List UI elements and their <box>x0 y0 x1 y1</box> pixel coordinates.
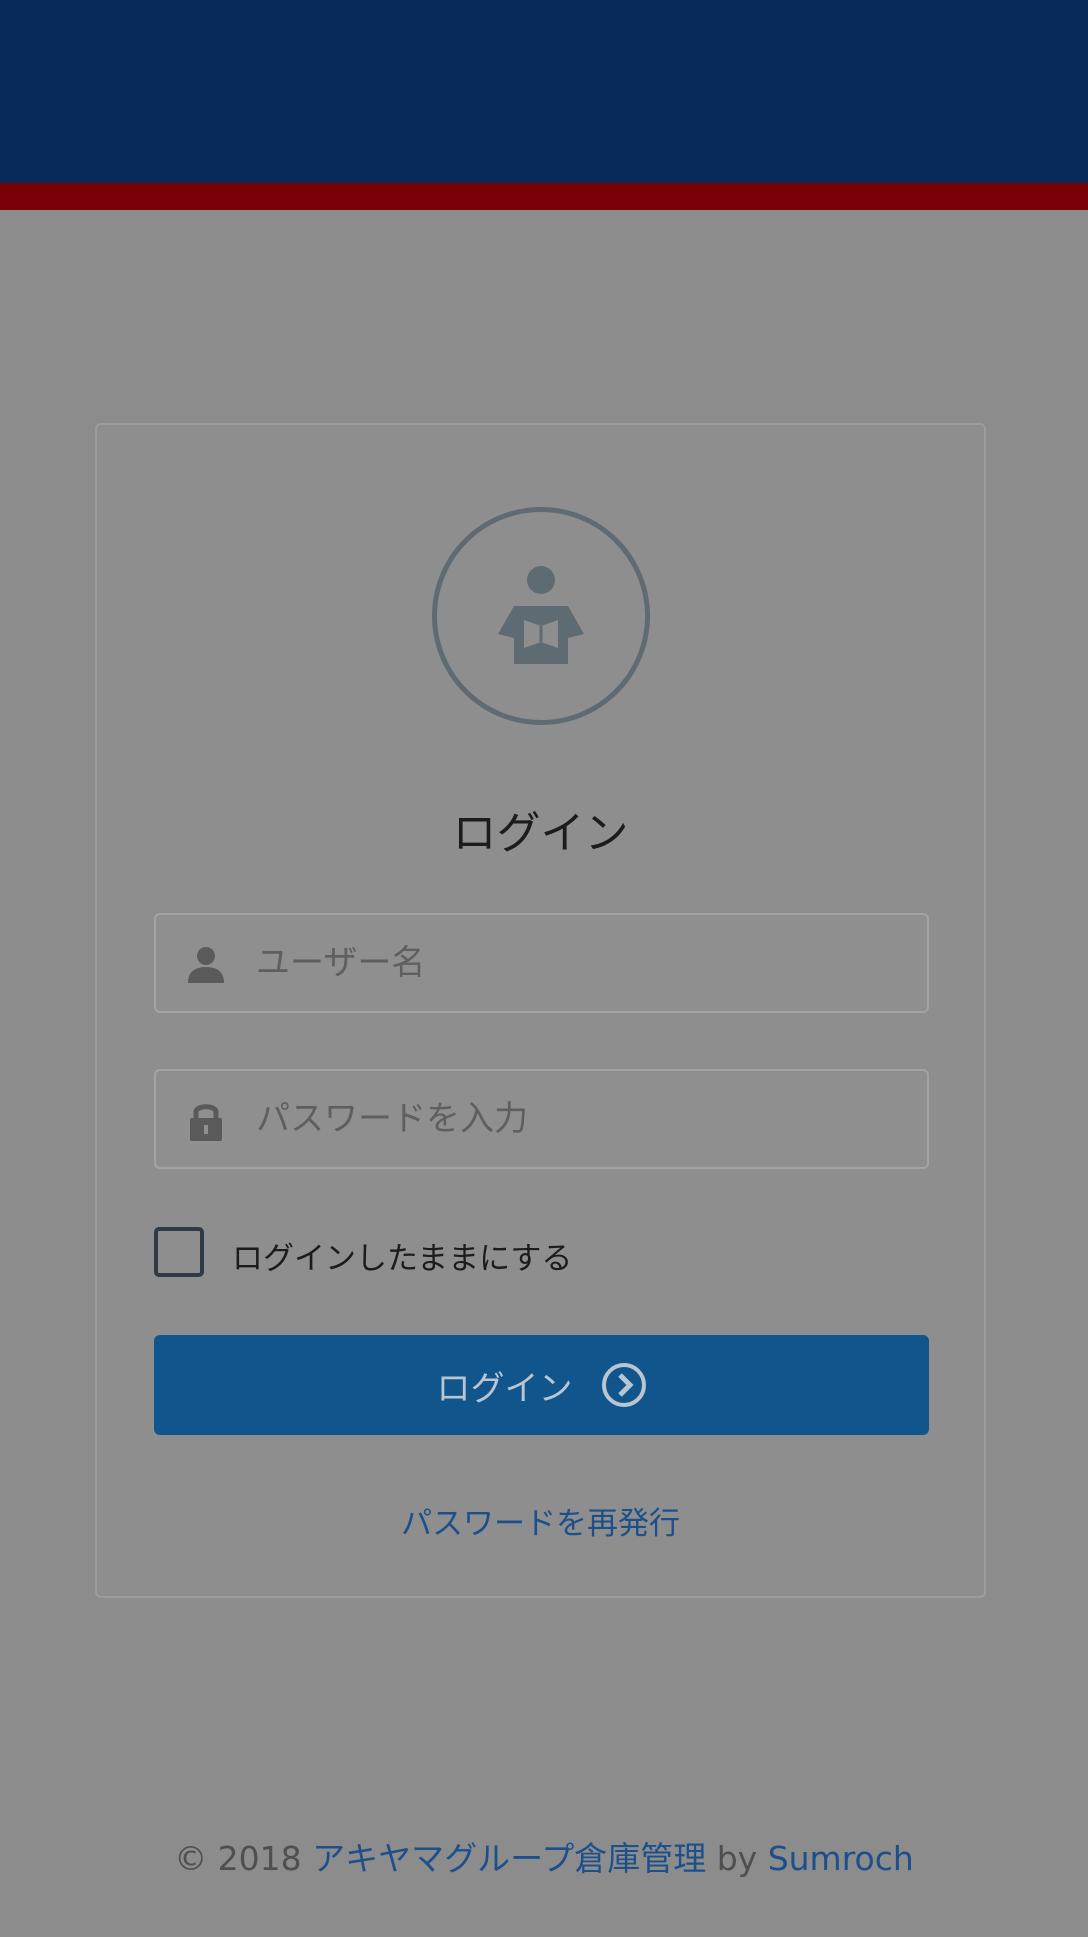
login-button[interactable]: ログイン <box>154 1335 929 1435</box>
password-input[interactable] <box>256 1071 916 1167</box>
password-field[interactable] <box>154 1069 929 1169</box>
remember-label[interactable]: ログインしたままにする <box>232 1233 572 1278</box>
footer-by: by <box>716 1839 758 1878</box>
footer: © 2018 アキヤマグループ倉庫管理 by Sumroch <box>0 1832 1088 1880</box>
footer-copyright: © 2018 <box>174 1839 302 1878</box>
footer-app-link[interactable]: アキヤマグループ倉庫管理 <box>312 1839 706 1878</box>
username-input[interactable] <box>256 915 916 1011</box>
header-bar <box>0 0 1088 183</box>
remember-checkbox[interactable] <box>154 1227 204 1277</box>
reset-password-link[interactable]: パスワードを再発行 <box>97 1498 984 1543</box>
footer-vendor-link[interactable]: Sumroch <box>768 1839 914 1878</box>
user-icon <box>188 947 224 983</box>
header-stripe <box>0 183 1088 210</box>
reader-icon <box>432 507 650 725</box>
login-button-label: ログイン <box>436 1368 573 1409</box>
login-card: ログイン ログインしたままにする ログイン パスワードを再発行 <box>95 423 986 1598</box>
username-field[interactable] <box>154 913 929 1013</box>
page-title: ログイン <box>452 808 629 859</box>
lock-icon <box>190 1104 222 1141</box>
chevron-right-circle-icon <box>601 1363 646 1407</box>
